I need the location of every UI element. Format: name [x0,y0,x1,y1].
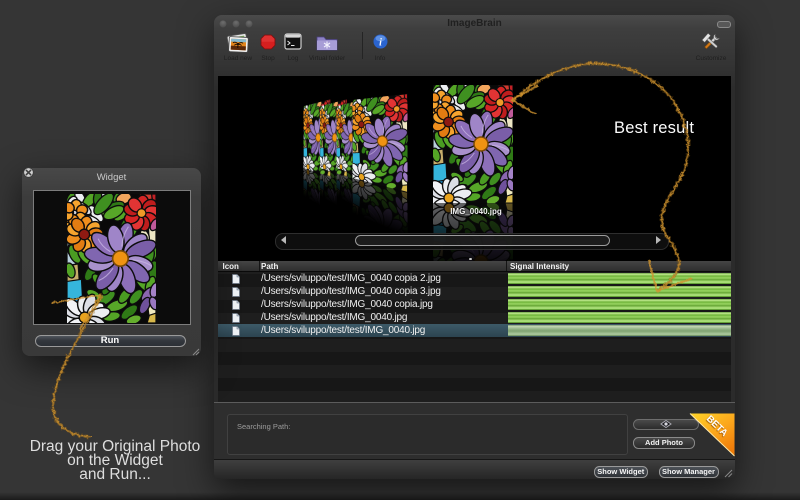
svg-text:i: i [379,38,382,49]
